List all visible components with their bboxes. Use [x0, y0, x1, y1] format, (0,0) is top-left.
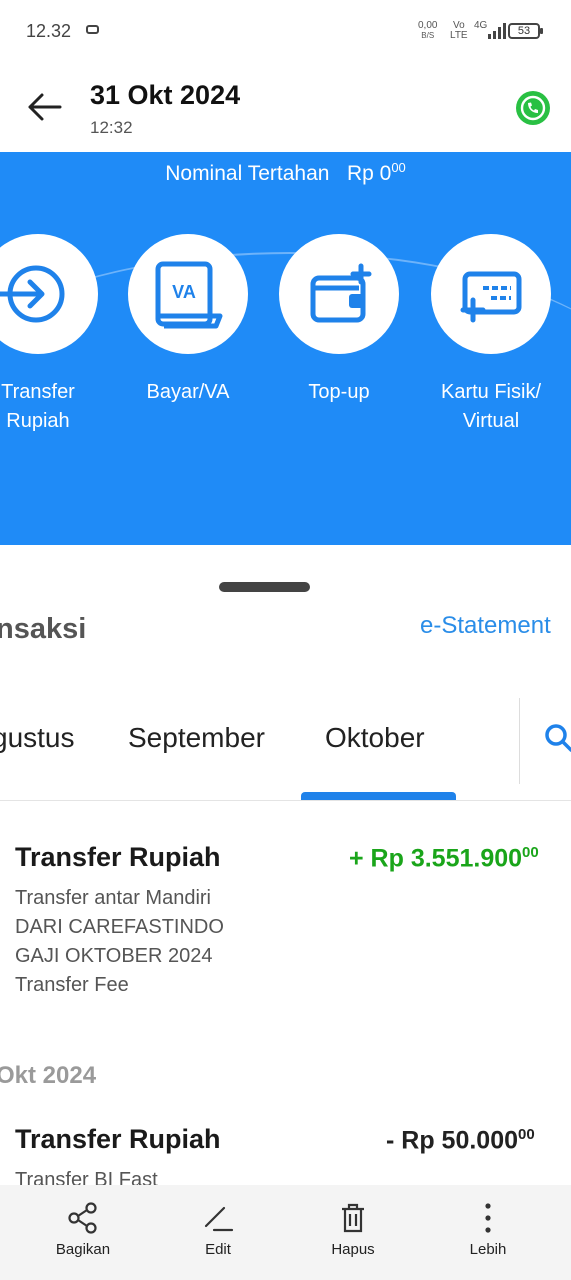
- trash-icon: [342, 1203, 364, 1233]
- share-icon: [68, 1202, 97, 1234]
- svg-text:VA: VA: [172, 282, 196, 302]
- nominal-decimals: 00: [391, 160, 406, 175]
- transaction-title: Transfer Rupiah: [15, 842, 221, 872]
- page-title: 31 Okt 2024: [90, 80, 241, 110]
- tab-divider: [519, 698, 520, 784]
- tab-month-september[interactable]: September: [128, 722, 265, 754]
- nominal-label: Nominal Tertahan: [165, 162, 330, 185]
- va-icon: VA: [155, 261, 223, 329]
- card-icon: [460, 271, 522, 323]
- transaction-amount-value: - Rp 50.000: [386, 1126, 519, 1155]
- bayar-va-label[interactable]: Bayar/VA: [108, 378, 268, 407]
- transfer-label-line2: Rupiah: [6, 410, 70, 432]
- battery-icon: 53: [508, 23, 543, 39]
- edit-label: Edit: [205, 1241, 231, 1258]
- tabs-divider: [0, 800, 571, 801]
- signal-icon: [488, 23, 506, 39]
- delete-button[interactable]: Hapus: [298, 1202, 408, 1258]
- page-subtitle-time: 12:32: [90, 118, 133, 137]
- edit-button[interactable]: Edit: [163, 1202, 273, 1258]
- volte-indicator: Vo LTE: [450, 21, 468, 41]
- top-up-button[interactable]: [279, 234, 399, 354]
- whatsapp-icon[interactable]: [516, 91, 550, 125]
- transaction-detail-line: GAJI OKTOBER 2024: [15, 945, 213, 967]
- kartu-button[interactable]: [431, 234, 551, 354]
- tab-month-agustus[interactable]: gustus: [0, 722, 75, 754]
- transfer-icon: [0, 265, 65, 323]
- transaction-amount: - Rp 50.00000: [386, 1126, 535, 1155]
- search-icon[interactable]: [544, 723, 571, 753]
- more-button[interactable]: Lebih: [433, 1202, 543, 1258]
- status-time: 12.32: [26, 21, 72, 41]
- notification-icon: [86, 25, 99, 34]
- top-up-label[interactable]: Top-up: [259, 378, 419, 407]
- transaction-amount-decimals: 00: [518, 1126, 535, 1143]
- transaction-detail-line: Transfer antar Mandiri: [15, 887, 211, 909]
- delete-label: Hapus: [331, 1241, 375, 1258]
- more-label: Lebih: [469, 1241, 507, 1258]
- transaction-amount: + Rp 3.551.90000: [349, 844, 539, 873]
- network-speed-value: 0,00: [418, 20, 438, 31]
- nominal-value: Rp 0: [346, 162, 392, 185]
- active-tab-indicator: [301, 792, 456, 800]
- kartu-label-line1: Kartu Fisik/: [440, 381, 542, 403]
- share-button[interactable]: Bagikan: [28, 1202, 138, 1258]
- share-label: Bagikan: [55, 1241, 111, 1258]
- sheet-drag-handle[interactable]: [219, 582, 310, 592]
- network-speed: 0,00 B/S: [418, 21, 437, 41]
- transaction-detail-line: DARI CAREFASTINDO: [15, 916, 224, 938]
- volte-bottom: LTE: [450, 30, 468, 41]
- header: [0, 62, 571, 154]
- network-speed-unit: B/S: [421, 31, 435, 40]
- date-group-header: Okt 2024: [0, 1062, 97, 1089]
- transfer-label-line1: Transfer: [1, 381, 75, 403]
- transfer-rupiah-button[interactable]: [0, 234, 98, 354]
- wallet-icon: [310, 263, 372, 323]
- topup-label-line1: Top-up: [308, 381, 370, 403]
- more-vertical-icon: [485, 1203, 491, 1233]
- nominal-tertahan: Nominal Tertahan Rp 000: [0, 160, 571, 186]
- kartu-label[interactable]: Kartu Fisik/ Virtual: [411, 378, 571, 436]
- transaction-title: Transfer Rupiah: [15, 1124, 221, 1154]
- bayar-va-button[interactable]: VA: [128, 234, 248, 354]
- transaction-amount-decimals: 00: [522, 844, 539, 861]
- va-label-line1: Bayar/VA: [146, 381, 230, 403]
- edit-icon: [204, 1206, 234, 1232]
- e-statement-link[interactable]: e-Statement: [420, 612, 551, 640]
- tab-month-oktober[interactable]: Oktober: [325, 722, 425, 754]
- transaction-detail-line: Transfer Fee: [15, 974, 129, 996]
- transaction-details: Transfer antar Mandiri DARI CAREFASTINDO…: [15, 884, 224, 1000]
- section-title: nsaksi: [0, 613, 87, 645]
- transfer-rupiah-label[interactable]: Transfer Rupiah: [0, 378, 118, 436]
- transaction-amount-value: + Rp 3.551.900: [349, 844, 523, 873]
- kartu-label-line2: Virtual: [462, 410, 520, 432]
- back-arrow-icon[interactable]: [26, 92, 62, 122]
